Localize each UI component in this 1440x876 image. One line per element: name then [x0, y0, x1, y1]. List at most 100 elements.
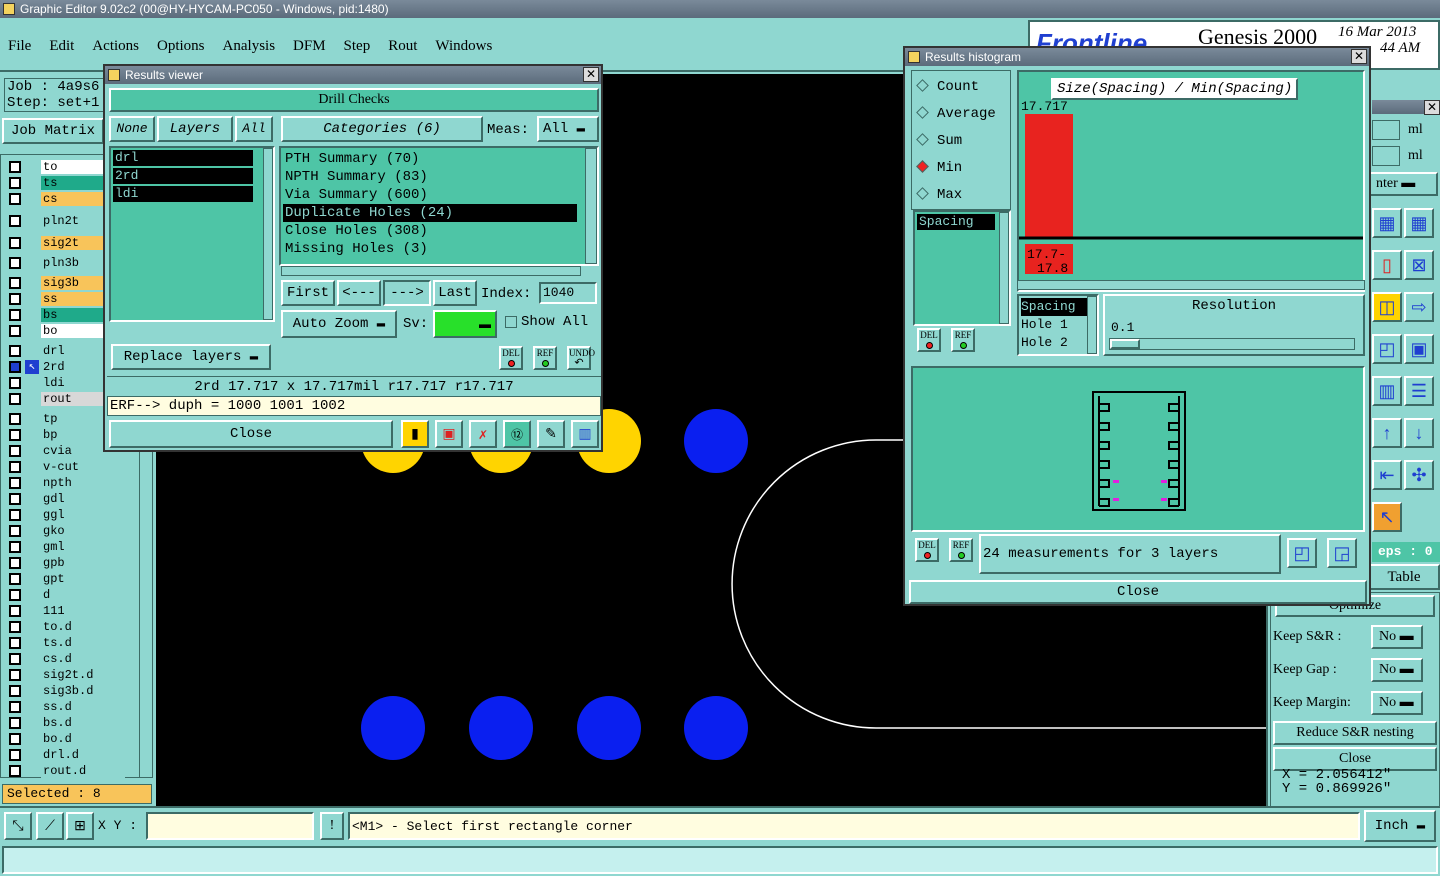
- field-1[interactable]: [1372, 120, 1400, 140]
- radio-diamond-icon[interactable]: [916, 79, 929, 92]
- hist-option-average[interactable]: Average: [916, 104, 996, 124]
- layer-row-drl.d[interactable]: drl.d: [7, 747, 125, 763]
- layer-name[interactable]: bo.d: [41, 732, 125, 746]
- layer-checkbox[interactable]: [9, 177, 21, 189]
- rv-category-item[interactable]: Close Holes (308): [283, 222, 577, 240]
- rv-layers-button[interactable]: Layers: [157, 116, 233, 142]
- layer-checkbox[interactable]: [9, 541, 21, 553]
- move-icon[interactable]: ⇨: [1404, 292, 1434, 322]
- layer-checkbox[interactable]: [9, 429, 21, 441]
- layer-row-gpt[interactable]: gpt: [7, 571, 125, 587]
- layer-name[interactable]: sig3b.d: [41, 684, 125, 698]
- rv-category-item[interactable]: Duplicate Holes (24): [283, 204, 577, 222]
- layer-checkbox[interactable]: [9, 733, 21, 745]
- layer-row-sig2t.d[interactable]: sig2t.d: [7, 667, 125, 683]
- layer-checkbox[interactable]: [9, 653, 21, 665]
- rv-index-input[interactable]: 1040: [539, 282, 597, 304]
- rv-notes-icon[interactable]: ✎: [537, 420, 565, 448]
- rv-replace-layers-dropdown[interactable]: Replace layers ▬: [111, 344, 271, 370]
- rv-layer-scrollbar[interactable]: [263, 148, 273, 320]
- menu-options[interactable]: Options: [157, 38, 205, 54]
- hist-close-icon[interactable]: ✕: [1351, 49, 1367, 64]
- center-dropdown[interactable]: nter ▬: [1368, 172, 1438, 196]
- arrow-down-icon[interactable]: ↓: [1404, 418, 1434, 448]
- subwindow-close-icon[interactable]: ✕: [1424, 100, 1440, 115]
- layer-row-to.d[interactable]: to.d: [7, 619, 125, 635]
- layer-name[interactable]: cs.d: [41, 652, 125, 666]
- rv-ref-button[interactable]: REF: [533, 346, 557, 370]
- hist-ref2-button[interactable]: REF: [949, 538, 973, 562]
- menu-dfm[interactable]: DFM: [293, 38, 326, 54]
- layer-checkbox[interactable]: [9, 413, 21, 425]
- hist-option-count[interactable]: Count: [916, 77, 979, 97]
- radio-diamond-icon[interactable]: [916, 133, 929, 146]
- layer-name[interactable]: drl.d: [41, 748, 125, 762]
- layer-checkbox[interactable]: [9, 525, 21, 537]
- rv-category-item[interactable]: Missing Holes (3): [283, 240, 577, 258]
- keep-gap-dropdown[interactable]: No ▬: [1371, 658, 1423, 682]
- menu-rout[interactable]: Rout: [388, 38, 417, 54]
- layer-checkbox[interactable]: [9, 573, 21, 585]
- grid-a-icon[interactable]: ▦: [1372, 208, 1402, 238]
- layer-row-ggl[interactable]: ggl: [7, 507, 125, 523]
- layer-checkbox[interactable]: [9, 345, 21, 357]
- rv-category-list[interactable]: PTH Summary (70) NPTH Summary (83) Via Sum…: [279, 146, 599, 266]
- menu-analysis[interactable]: Analysis: [223, 38, 276, 54]
- zoom-box-icon[interactable]: ⤡: [4, 812, 32, 840]
- layer-name[interactable]: sig2t.d: [41, 668, 125, 682]
- rv-none-button[interactable]: None: [109, 116, 155, 142]
- rv-meas-dropdown[interactable]: All ▬: [537, 116, 599, 142]
- layer-checkbox[interactable]: [9, 589, 21, 601]
- rv-auto-zoom-dropdown[interactable]: Auto Zoom ▬: [281, 310, 397, 338]
- layer-row-gko[interactable]: gko: [7, 523, 125, 539]
- layer-checkbox[interactable]: [9, 293, 21, 305]
- layer-checkbox[interactable]: [9, 277, 21, 289]
- rv-category-item[interactable]: NPTH Summary (83): [283, 168, 577, 186]
- rv-erf-icon[interactable]: ✗: [469, 420, 497, 448]
- hist-field-item[interactable]: Hole 2: [1021, 334, 1087, 352]
- layer-name[interactable]: gpt: [41, 572, 125, 586]
- rv-category-scrollbar[interactable]: [585, 148, 597, 264]
- layer-row-ts.d[interactable]: ts.d: [7, 635, 125, 651]
- radio-diamond-icon[interactable]: [916, 106, 929, 119]
- layer-checkbox[interactable]: [9, 237, 21, 249]
- layer-checkbox[interactable]: [9, 669, 21, 681]
- layer-checkbox[interactable]: [9, 765, 21, 777]
- arrow-left-icon[interactable]: ⇤: [1372, 460, 1402, 490]
- layer-checkbox[interactable]: [9, 461, 21, 473]
- duplicate-hole-marker[interactable]: [1113, 498, 1119, 501]
- hist-measure-list[interactable]: Spacing: [913, 210, 1011, 326]
- layer-checkbox[interactable]: [9, 605, 21, 617]
- pad-blue-2[interactable]: [361, 696, 425, 760]
- arrow-center-icon[interactable]: ✣: [1404, 460, 1434, 490]
- keep-sr-dropdown[interactable]: No ▬: [1371, 625, 1423, 649]
- layer-name[interactable]: 111: [41, 604, 125, 618]
- hist-option-min[interactable]: Min: [916, 158, 962, 178]
- distribute-b-icon[interactable]: ☰: [1404, 376, 1434, 406]
- rv-close-button[interactable]: Close: [109, 420, 393, 448]
- layer-row-sig3b.d[interactable]: sig3b.d: [7, 683, 125, 699]
- layer-checkbox[interactable]: [9, 215, 21, 227]
- layer-checkbox[interactable]: [9, 377, 21, 389]
- pad-blue-5[interactable]: [684, 696, 748, 760]
- rv-layer-list[interactable]: drl 2rd ldi: [109, 146, 275, 322]
- menu-step[interactable]: Step: [344, 38, 371, 54]
- rv-layer-item[interactable]: drl: [113, 150, 253, 166]
- measure-icon[interactable]: ⟋: [36, 812, 64, 840]
- units-dropdown[interactable]: Inch ▬: [1364, 810, 1436, 842]
- hist-measure-item[interactable]: Spacing: [917, 214, 995, 230]
- layer-row-gml[interactable]: gml: [7, 539, 125, 555]
- rv-next-button[interactable]: --->: [383, 280, 431, 306]
- layer-row-gpb[interactable]: gpb: [7, 555, 125, 571]
- rv-layer-item[interactable]: 2rd: [113, 168, 253, 184]
- rv-last-button[interactable]: Last: [433, 280, 477, 306]
- rv-all-button[interactable]: All: [235, 116, 273, 142]
- pad-blue-1[interactable]: [684, 409, 748, 473]
- layer-checkbox[interactable]: [9, 637, 21, 649]
- hist-resolution-slider[interactable]: [1109, 338, 1355, 350]
- layer-checkbox[interactable]: [9, 309, 21, 321]
- interrupt-button[interactable]: !: [320, 812, 344, 840]
- layer-row-111[interactable]: 111: [7, 603, 125, 619]
- hist-resolution-thumb[interactable]: [1110, 339, 1140, 349]
- rv-report-icon[interactable]: ▣: [435, 420, 463, 448]
